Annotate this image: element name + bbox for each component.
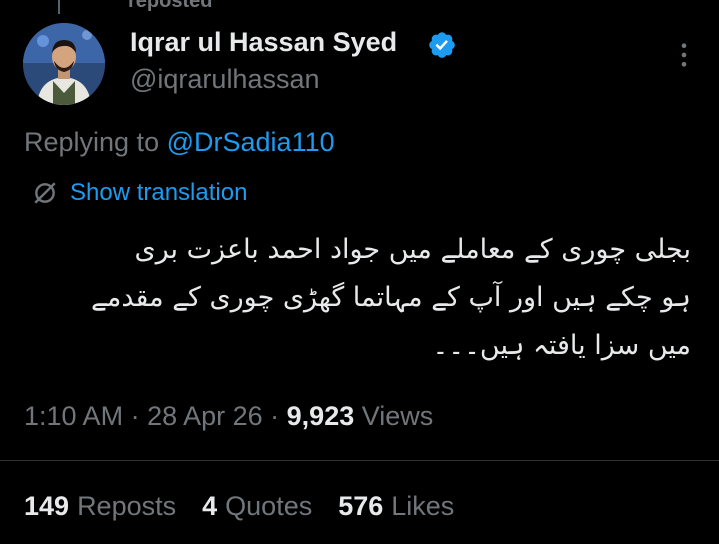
quotes-label: Quotes [225,491,313,521]
thread-line [58,0,60,14]
tweet-text: بجلی چوری کے معاملے میں جواد احمد باعزت … [31,226,691,370]
views-label: Views [354,401,434,431]
more-options-icon[interactable] [670,41,698,69]
tweet-meta: 1:10 AM · 28 Apr 26 · 9,923 Views [24,401,433,432]
verified-badge-icon [429,32,455,58]
meta-separator: · [262,401,287,431]
views-count[interactable]: 9,923 [287,401,355,431]
avatar-image [23,23,105,105]
tweet-line: ہو چکے ہیں اور آپ کے مہاتما گھڑی چوری کے… [91,282,691,313]
tweet-line: بجلی چوری کے معاملے میں جواد احمد باعزت … [134,234,691,265]
show-translation-label: Show translation [70,179,248,206]
quotes-count: 4 [202,491,218,521]
likes-count: 576 [338,491,384,521]
author-handle[interactable]: @iqrarulhassan [130,64,320,95]
reposts-label: Reposts [77,491,177,521]
reposts-count: 149 [24,491,70,521]
translate-icon [34,182,56,204]
repost-header: reposted [128,0,213,12]
meta-separator: · [123,401,148,431]
avatar[interactable] [23,23,105,105]
likes-stat[interactable]: 576 Likes [338,491,454,522]
likes-label: Likes [391,491,455,521]
show-translation-button[interactable]: Show translation [32,179,247,207]
replying-to: Replying to @DrSadia110 [24,127,335,158]
replying-to-label: Replying to [24,127,160,157]
divider [0,460,719,461]
author-name[interactable]: Iqrar ul Hassan Syed [130,27,397,58]
reply-mention-link[interactable]: @DrSadia110 [167,127,335,157]
engagement-stats: 149 Reposts 4 Quotes 576 Likes [24,491,454,522]
quotes-stat[interactable]: 4 Quotes [202,491,312,522]
reposts-stat[interactable]: 149 Reposts [24,491,176,522]
tweet-time[interactable]: 1:10 AM [24,401,123,431]
tweet-line: میں سزا یافتہ ہیں۔۔۔ [432,330,691,361]
tweet-date[interactable]: 28 Apr 26 [147,401,263,431]
